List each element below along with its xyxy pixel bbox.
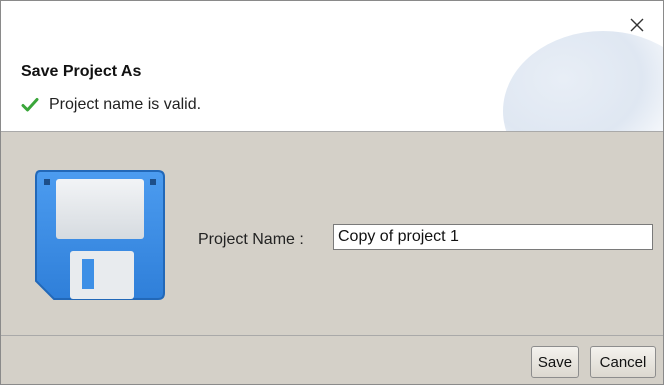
close-icon bbox=[629, 17, 645, 33]
floppy-disk-icon bbox=[34, 169, 166, 305]
save-project-dialog: Save Project As Project name is valid. P… bbox=[0, 0, 664, 385]
status-message: Project name is valid. bbox=[49, 96, 202, 113]
header-decoration bbox=[503, 31, 663, 131]
dialog-header: Save Project As Project name is valid. bbox=[1, 1, 663, 132]
dialog-title: Save Project As bbox=[21, 63, 142, 80]
project-name-label: Project Name : bbox=[198, 231, 304, 248]
dialog-content: Project Name : bbox=[1, 132, 663, 337]
dialog-footer: Save Cancel bbox=[1, 335, 663, 384]
close-button[interactable] bbox=[625, 13, 649, 37]
project-name-input[interactable] bbox=[333, 224, 653, 250]
checkmark-icon bbox=[21, 97, 39, 113]
save-button[interactable]: Save bbox=[531, 346, 579, 378]
validation-status: Project name is valid. bbox=[21, 96, 201, 114]
cancel-button[interactable]: Cancel bbox=[590, 346, 656, 378]
